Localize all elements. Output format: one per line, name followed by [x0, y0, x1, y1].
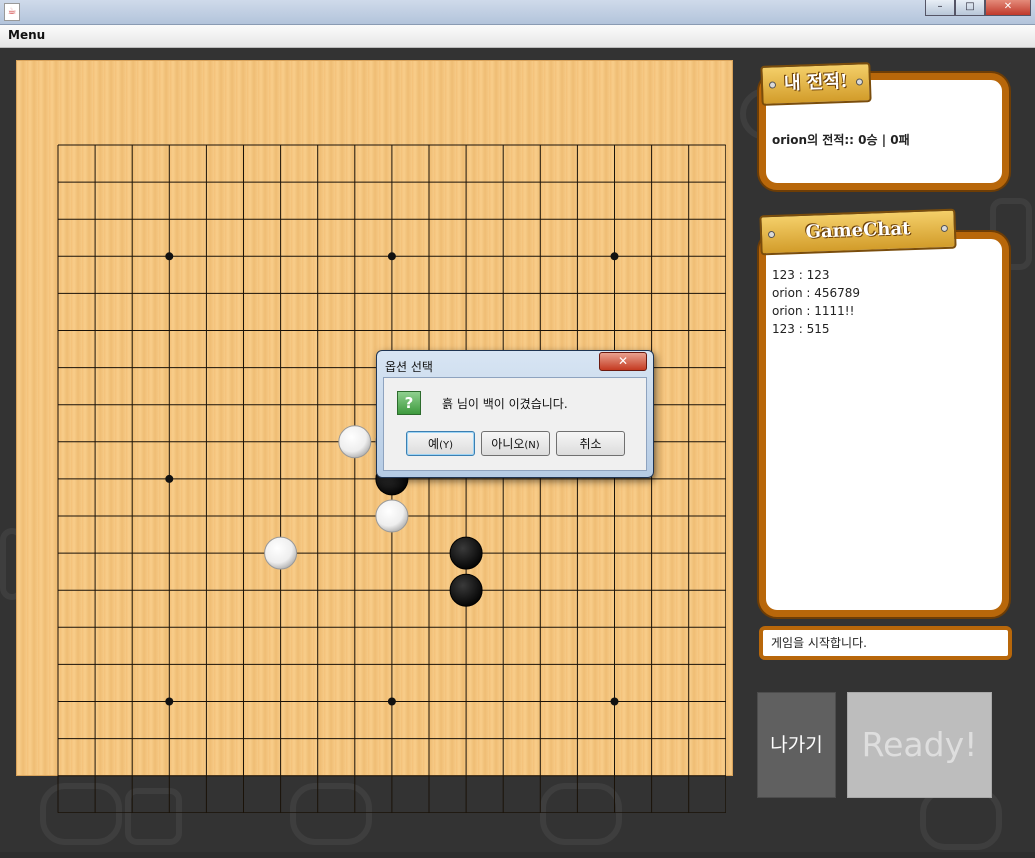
maximize-button[interactable]: □	[955, 0, 985, 16]
nail-icon	[855, 78, 864, 86]
record-text: orion의 전적:: 0승 | 0패	[772, 133, 910, 147]
star-point	[165, 474, 174, 483]
white-stone	[375, 499, 409, 533]
dialog-title: 옵션 선택	[385, 360, 433, 374]
record-tag-label: 내 전적!	[783, 70, 849, 95]
nail-icon	[768, 81, 777, 89]
close-window-button[interactable]: ✕	[985, 0, 1031, 16]
star-point	[165, 252, 174, 261]
chat-message: orion : 1111!!	[772, 304, 855, 318]
exit-button[interactable]: 나가기	[757, 692, 836, 798]
chat-message: 123 : 123	[772, 268, 830, 282]
yes-mnemonic: (Y)	[439, 440, 453, 451]
ready-button[interactable]: Ready!	[847, 692, 992, 798]
dialog-close-button[interactable]: ✕	[599, 352, 647, 371]
board-grid[interactable]	[56, 143, 726, 813]
no-button[interactable]: 아니오(N)	[481, 431, 550, 456]
java-app-icon: ☕	[4, 3, 20, 21]
dialog-message: 흙 님이 백이 이겼습니다.	[442, 397, 568, 411]
yes-button-label: 예	[428, 437, 440, 451]
chat-log: 123 : 123 orion : 456789 orion : 1111!! …	[772, 268, 860, 340]
star-point	[387, 252, 396, 261]
chat-message: 123 : 515	[772, 322, 830, 336]
star-point	[610, 252, 619, 261]
window-controls: – □ ✕	[925, 0, 1031, 16]
no-mnemonic: (N)	[524, 440, 540, 451]
no-button-label: 아니오	[491, 437, 525, 451]
cancel-button[interactable]: 취소	[556, 431, 625, 456]
question-icon: ?	[397, 391, 421, 415]
white-stone	[338, 425, 372, 459]
record-tag: 내 전적!	[760, 62, 872, 106]
black-stone	[449, 536, 483, 570]
chat-tag: GameChat	[759, 208, 957, 256]
minimize-button[interactable]: –	[925, 0, 955, 16]
dialog-body: ? 흙 님이 백이 이겼습니다. 예(Y) 아니오(N) 취소	[383, 377, 647, 471]
menu-bar: Menu	[0, 25, 1035, 48]
title-bar: ☕ – □ ✕	[0, 0, 1035, 25]
menu-item[interactable]: Menu	[8, 28, 45, 42]
chat-input[interactable]	[771, 635, 1001, 649]
nail-icon	[767, 230, 776, 239]
chat-message: orion : 456789	[772, 286, 861, 300]
star-point	[610, 697, 619, 706]
yes-button[interactable]: 예(Y)	[406, 431, 475, 456]
black-stone	[449, 573, 483, 607]
chat-input-box	[759, 626, 1012, 660]
white-stone	[264, 536, 298, 570]
star-point	[387, 697, 396, 706]
chat-tag-label: GameChat	[805, 218, 911, 243]
star-point	[165, 697, 174, 706]
option-dialog: 옵션 선택 ✕ ? 흙 님이 백이 이겼습니다. 예(Y) 아니오(N) 취소	[376, 350, 654, 478]
nail-icon	[940, 224, 949, 233]
